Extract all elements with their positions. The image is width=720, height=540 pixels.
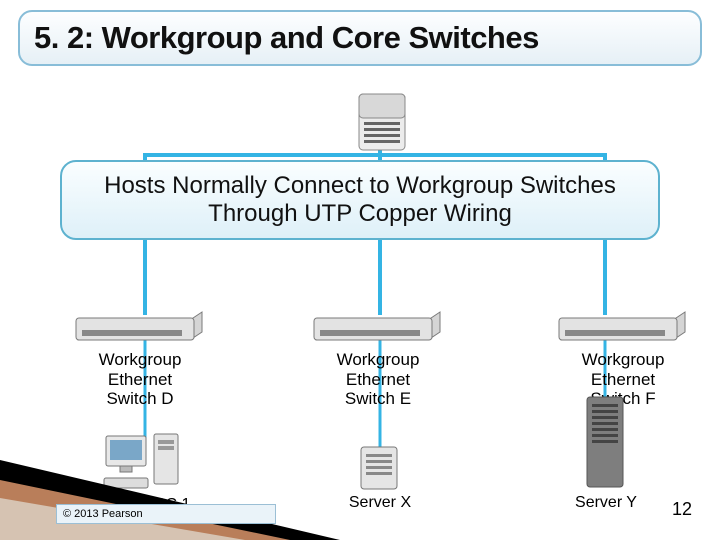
copyright: © 2013 Pearson	[56, 504, 276, 524]
switch-d-line3: Switch D	[50, 389, 230, 409]
switch-icon	[308, 310, 448, 344]
subtitle-callout: Hosts Normally Connect to Workgroup Swit…	[60, 160, 660, 240]
core-switch-icon	[352, 88, 412, 165]
workgroup-switch-e: Workgroup Ethernet Switch E	[288, 310, 468, 409]
switch-f-line1: Workgroup	[538, 350, 708, 370]
switch-icon	[70, 310, 210, 344]
server-x-label: Server X	[330, 494, 430, 512]
page-number: 12	[672, 499, 692, 520]
switch-f-line2: Ethernet	[538, 370, 708, 390]
switch-icon	[553, 310, 693, 344]
server-y-label: Server Y	[556, 494, 656, 512]
switch-e-line1: Workgroup	[288, 350, 468, 370]
switch-e-line3: Switch E	[288, 389, 468, 409]
workgroup-switch-d: Workgroup Ethernet Switch D	[50, 310, 230, 409]
slide-title: 5. 2: Workgroup and Core Switches	[18, 10, 702, 66]
switch-d-line1: Workgroup	[50, 350, 230, 370]
server-y-icon	[582, 394, 630, 492]
server-x-icon	[356, 444, 404, 494]
switch-e-line2: Ethernet	[288, 370, 468, 390]
switch-d-line2: Ethernet	[50, 370, 230, 390]
